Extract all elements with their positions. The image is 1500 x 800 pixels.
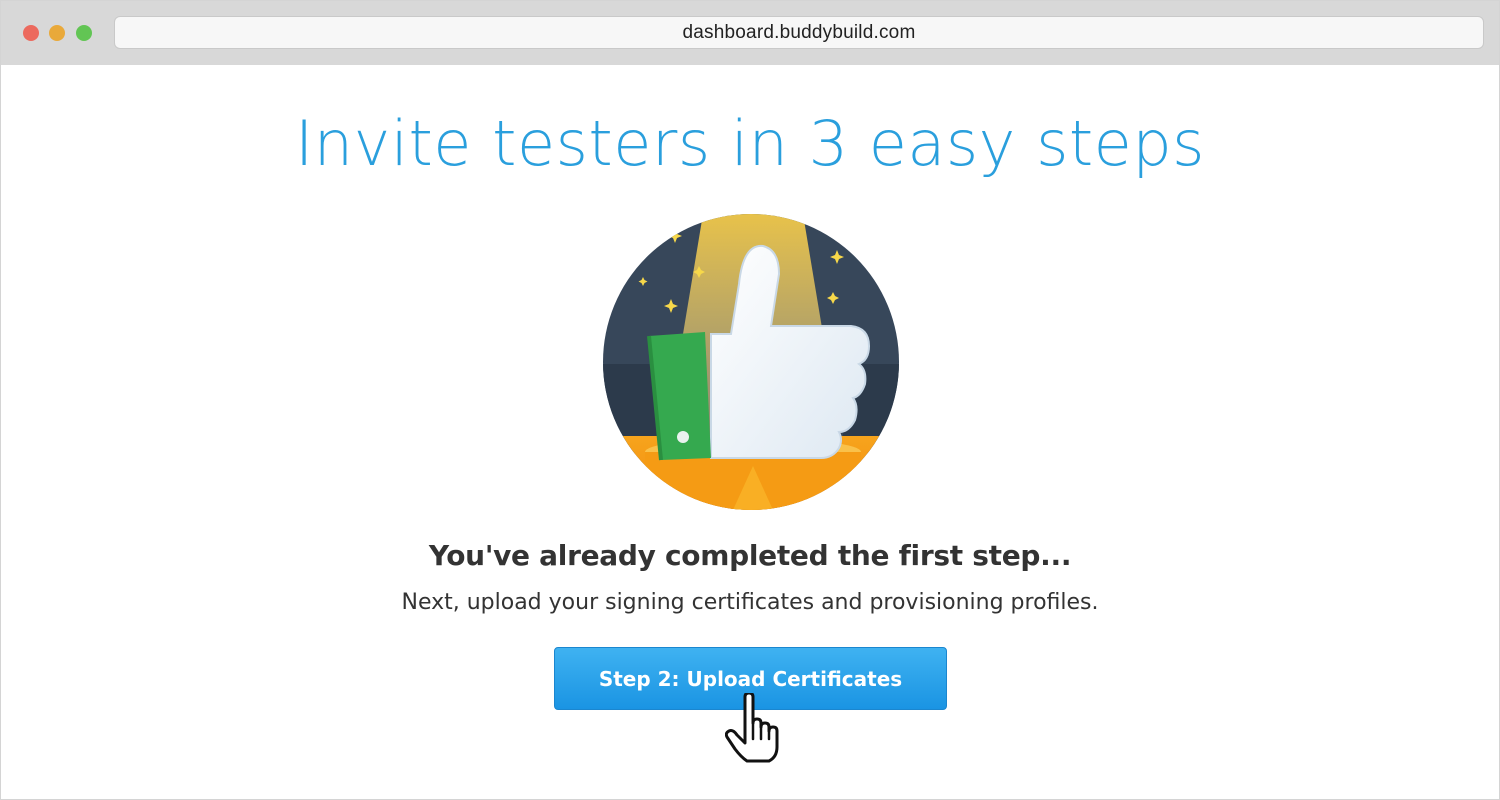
completion-heading: You've already completed the first step.… [428, 539, 1072, 572]
hand-pointer-icon [725, 693, 779, 763]
close-window-button[interactable] [23, 25, 39, 41]
thumbs-up-illustration [603, 214, 899, 510]
next-step-description: Next, upload your signing certificates a… [401, 590, 1099, 615]
browser-titlebar: dashboard.buddybuild.com [1, 1, 1499, 65]
page-content: Invite testers in 3 easy steps You've al… [1, 65, 1499, 799]
maximize-window-button[interactable] [76, 25, 92, 41]
minimize-window-button[interactable] [49, 25, 65, 41]
address-bar[interactable]: dashboard.buddybuild.com [114, 16, 1484, 49]
page-title: Invite testers in 3 easy steps [294, 107, 1205, 180]
browser-window: dashboard.buddybuild.com Invite testers … [0, 0, 1500, 800]
